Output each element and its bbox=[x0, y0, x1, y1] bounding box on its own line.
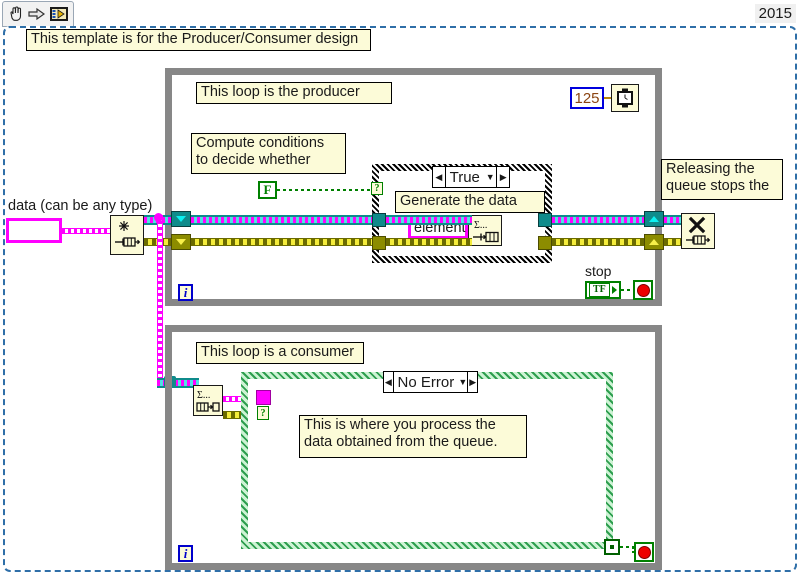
consumer-title-comment: This loop is a consumer bbox=[196, 342, 364, 364]
case-selector-value: True bbox=[449, 168, 480, 186]
labview-block-diagram-window: 2015 This template is for the Producer/C… bbox=[0, 0, 802, 576]
obtain-queue-node[interactable] bbox=[110, 215, 144, 255]
enqueue-element-icon: Σ... bbox=[473, 220, 499, 242]
producer-case-selector-terminal[interactable]: ? bbox=[371, 182, 383, 195]
svg-text:Σ...: Σ... bbox=[474, 220, 487, 231]
enqueue-element-node[interactable]: Σ... bbox=[468, 215, 502, 246]
case-dropdown-icon[interactable]: ▼ bbox=[458, 372, 467, 392]
wait-ms-clock-icon bbox=[617, 88, 633, 108]
toolbar bbox=[2, 1, 74, 27]
stop-loop-condition-icon bbox=[636, 283, 650, 297]
stop-boolean-terminal[interactable]: TF bbox=[585, 281, 621, 299]
producer-queue-input-tunnel bbox=[171, 211, 191, 227]
consumer-iteration-terminal: i bbox=[178, 545, 193, 562]
consumer-case-structure bbox=[241, 372, 613, 549]
case-error-right-tunnel bbox=[538, 236, 552, 250]
labview-vi-icon[interactable] bbox=[49, 4, 69, 24]
tunnel-arrow-icon bbox=[649, 239, 659, 245]
terminal-arrow-icon bbox=[611, 286, 617, 294]
wire-error-to-release bbox=[664, 238, 682, 246]
stop-label: stop bbox=[585, 263, 612, 279]
wire-producer-error-inner-left bbox=[191, 238, 376, 246]
wire-branch-to-consumer-vertical bbox=[157, 215, 163, 383]
wire-producer-queue-inner-right bbox=[552, 215, 644, 225]
wire-data-to-obtain-queue bbox=[62, 228, 110, 234]
consumer-error-output-tunnel bbox=[604, 539, 620, 555]
consumer-loop-stop-condition[interactable] bbox=[634, 542, 654, 562]
case-queue-right-tunnel bbox=[538, 213, 552, 227]
producer-queue-output-tunnel bbox=[644, 211, 664, 227]
tunnel-arrow-icon bbox=[649, 216, 659, 222]
producer-error-input-tunnel bbox=[171, 234, 191, 250]
producer-loop-stop-condition[interactable] bbox=[633, 280, 653, 300]
dequeue-element-icon: Σ... bbox=[196, 390, 220, 412]
data-control[interactable] bbox=[6, 218, 62, 243]
consumer-case-selector-terminal[interactable]: ? bbox=[257, 406, 269, 420]
producer-case-selector[interactable]: ◀ True ▼ ▶ bbox=[432, 166, 510, 188]
case-dropdown-icon[interactable]: ▼ bbox=[484, 167, 497, 187]
release-queue-icon bbox=[686, 216, 711, 245]
release-queue-comment: Releasing the queue stops the bbox=[661, 159, 783, 200]
hand-tool-icon[interactable] bbox=[7, 4, 25, 24]
template-description-comment: This template is for the Producer/Consum… bbox=[26, 29, 371, 51]
dequeue-element-node[interactable]: Σ... bbox=[193, 385, 223, 416]
consumer-case-selector[interactable]: ◀ No Error ▼ ▶ bbox=[383, 371, 478, 393]
wait-ms-node[interactable] bbox=[611, 84, 639, 112]
case-queue-left-tunnel bbox=[372, 213, 386, 227]
tunnel-arrow-icon bbox=[176, 216, 186, 222]
process-data-comment: This is where you process the data obtai… bbox=[299, 415, 527, 458]
producer-iteration-terminal: i bbox=[178, 284, 193, 301]
wait-ms-constant[interactable]: 125 bbox=[570, 87, 604, 109]
false-constant[interactable]: F bbox=[258, 181, 277, 199]
wire-case-queue-to-enqueue bbox=[386, 215, 472, 225]
wire-false-to-case-selector bbox=[277, 189, 375, 191]
generate-data-comment: Generate the data bbox=[395, 191, 545, 213]
svg-text:Σ...: Σ... bbox=[197, 390, 210, 401]
wire-queue-to-release bbox=[664, 215, 682, 225]
consumer-data-input-tunnel bbox=[256, 390, 271, 405]
labview-version-label: 2015 bbox=[754, 4, 796, 23]
case-error-left-tunnel bbox=[372, 236, 386, 250]
obtain-queue-icon bbox=[115, 221, 141, 247]
tunnel-arrow-icon bbox=[176, 239, 186, 245]
release-queue-node[interactable] bbox=[681, 213, 715, 249]
case-selector-value: No Error bbox=[397, 373, 455, 391]
case-next-arrow-icon[interactable]: ▶ bbox=[496, 167, 509, 187]
stop-terminal-value: TF bbox=[589, 283, 610, 297]
wire-producer-queue-inner-left bbox=[191, 215, 376, 225]
wire-case-error-to-enqueue bbox=[386, 238, 472, 246]
wire-producer-error-inner-right bbox=[552, 238, 644, 246]
producer-error-output-tunnel bbox=[644, 234, 664, 250]
case-prev-arrow-icon[interactable]: ◀ bbox=[433, 167, 446, 187]
case-prev-arrow-icon[interactable]: ◀ bbox=[384, 372, 394, 392]
producer-title-comment: This loop is the producer bbox=[196, 82, 392, 104]
stop-loop-condition-icon bbox=[637, 545, 651, 559]
data-control-label: data (can be any type) bbox=[8, 198, 153, 214]
arrow-right-icon[interactable] bbox=[28, 4, 46, 24]
producer-conditions-comment: Compute conditions to decide whether bbox=[191, 133, 346, 174]
case-next-arrow-icon[interactable]: ▶ bbox=[467, 372, 477, 392]
wire-junction bbox=[154, 213, 163, 222]
